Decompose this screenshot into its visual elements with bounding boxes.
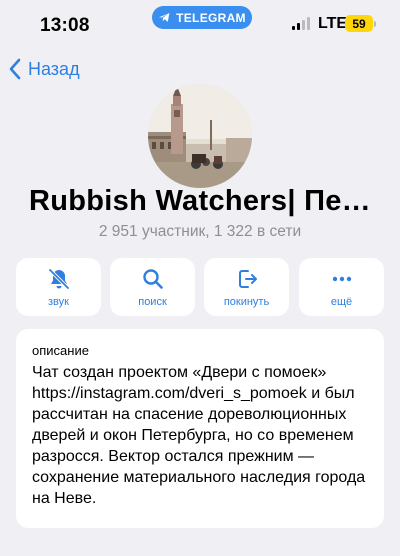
leave-label: покинуть <box>223 296 270 308</box>
mute-button[interactable]: звук <box>16 258 101 316</box>
status-bar: 13:08 TELEGRAM LTE 59 <box>0 0 400 46</box>
search-label: поиск <box>138 296 167 308</box>
description-card: описание Чат создан проектом «Двери с по… <box>16 329 384 528</box>
chat-member-count: 2 951 участник, 1 322 в сети <box>98 223 302 240</box>
telegram-pill[interactable]: TELEGRAM <box>152 6 252 29</box>
search-button[interactable]: поиск <box>110 258 195 316</box>
back-button[interactable]: Назад <box>8 58 80 80</box>
more-label: ещё <box>330 296 353 308</box>
description-text[interactable]: Чат создан проектом «Двери с помоек» htt… <box>32 362 368 509</box>
mute-label: звук <box>48 296 69 308</box>
leave-icon <box>238 270 257 288</box>
leave-button[interactable]: покинуть <box>204 258 289 316</box>
chat-title: Rubbish Watchers| Пе… <box>29 185 371 217</box>
chat-avatar[interactable] <box>148 84 252 188</box>
back-label: Назад <box>28 58 80 79</box>
more-button[interactable]: ещё <box>299 258 384 316</box>
battery-tip <box>374 21 376 27</box>
clock: 13:08 <box>40 15 90 36</box>
action-row: звук поиск покинуть ещё <box>16 258 384 316</box>
description-label: описание <box>32 343 89 358</box>
signal-icon <box>292 17 310 30</box>
battery-icon: 59 <box>345 15 373 32</box>
battery-level: 59 <box>352 16 366 31</box>
bell-muted-icon <box>48 268 69 290</box>
more-icon <box>332 276 351 282</box>
chevron-left-icon <box>9 58 21 80</box>
avatar-image <box>148 84 252 188</box>
telegram-plane-icon <box>159 13 170 22</box>
telegram-pill-label: TELEGRAM <box>176 10 246 25</box>
search-icon <box>142 269 163 289</box>
network-type: LTE <box>318 15 348 32</box>
